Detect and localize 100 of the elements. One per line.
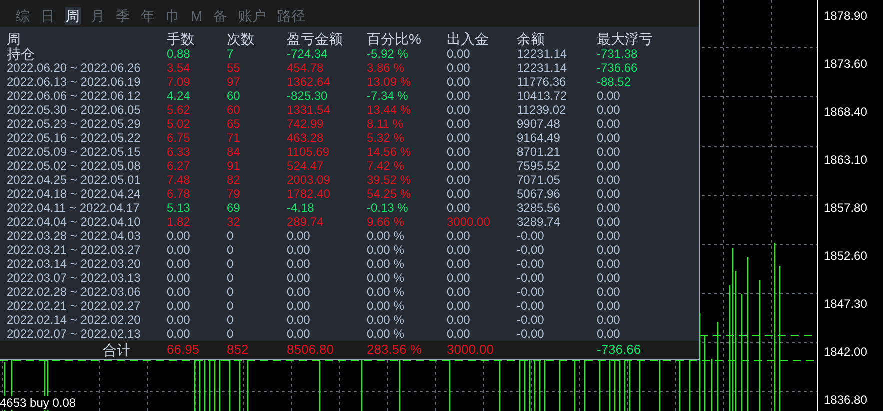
period-cell-text: 2022.04.18 ~ 2022.04.24: [7, 187, 142, 201]
table-cell-text: 91: [227, 159, 242, 173]
table-cell-text: -0.00: [517, 229, 546, 243]
table-cell-text: 0.00: [447, 103, 472, 117]
tab[interactable]: 巾: [165, 7, 181, 25]
table-cell-text: 0.00: [447, 327, 472, 341]
table-cell-text: 65: [227, 117, 242, 131]
table-cell-text: 5.13: [167, 201, 192, 215]
table-cell-text: -0.00: [517, 271, 546, 285]
table-cell-text: 742.99: [287, 117, 325, 131]
table-cell-text: 0.00: [447, 243, 472, 257]
column-header: 余额: [517, 31, 546, 47]
period-cell-text: 2022.03.28 ~ 2022.04.03: [7, 229, 142, 243]
table-cell-text: 0.00: [447, 47, 472, 61]
table-cell-text: 7: [227, 47, 235, 61]
tab[interactable]: 账户: [238, 7, 268, 25]
period-cell-text: 2022.04.25 ~ 2022.05.01: [7, 173, 142, 187]
table-cell-text: 66.95: [167, 343, 201, 357]
table-cell-text: 0.00: [597, 187, 622, 201]
table-cell-text: -0.00: [517, 327, 546, 341]
period-cell-text: 2022.03.07 ~ 2022.03.13: [7, 271, 142, 285]
tab[interactable]: 月: [90, 7, 106, 25]
table-cell-text: 0.00: [597, 173, 622, 187]
table-cell-text: 1362.64: [287, 75, 332, 89]
table-cell-text: 13.44 %: [367, 103, 412, 117]
period-cell-text: 2022.04.04 ~ 2022.04.10: [7, 215, 142, 229]
period-cell-text: 2022.02.14 ~ 2022.02.20: [7, 313, 142, 327]
column-header: 周: [7, 31, 22, 47]
column-header: 次数: [227, 31, 256, 47]
table-cell-text: 60: [227, 89, 242, 103]
column-header: 百分比%: [367, 31, 422, 47]
table-cell-text: -736.66: [597, 343, 642, 357]
table-cell-text: -88.52: [597, 75, 632, 89]
table-cell-text: 3.54: [167, 61, 192, 75]
table-cell-text: 5.02: [167, 117, 192, 131]
table-cell-text: 0.00 %: [367, 257, 406, 271]
table-cell-text: 0.00: [447, 117, 472, 131]
table-cell-text: -4.18: [287, 201, 316, 215]
table-cell-text: 8.11 %: [367, 117, 404, 131]
period-cell-text: 2022.04.11 ~ 2022.04.17: [7, 201, 141, 215]
table-cell-text: 0.00: [167, 299, 192, 313]
table-cell-text: 5.62: [167, 103, 192, 117]
table-cell-text: 32: [227, 215, 242, 229]
table-cell-text: 0.00: [447, 89, 472, 103]
table-cell-text: 0.00: [597, 215, 622, 229]
table-cell-text: 0.00: [597, 313, 622, 327]
total-label: 合计: [102, 343, 132, 357]
table-cell-text: -736.66: [597, 61, 639, 75]
tab[interactable]: M: [190, 7, 204, 25]
table-cell-text: 0.00: [287, 299, 312, 313]
tab[interactable]: 周: [65, 7, 81, 25]
tab[interactable]: 季: [115, 7, 131, 25]
table-cell-text: -731.38: [597, 47, 639, 61]
tab[interactable]: 备: [212, 7, 229, 25]
table-cell-text: 0.00: [597, 229, 622, 243]
table-cell-text: 5.32 %: [367, 131, 406, 145]
table-cell-text: 0.00: [167, 229, 192, 243]
table-cell-text: 283.56 %: [367, 343, 423, 357]
period-cell-text: 2022.02.07 ~ 2022.02.13: [7, 327, 142, 341]
price-label: 1857.80: [823, 201, 868, 215]
table-cell-text: 0.88: [167, 47, 192, 61]
table-cell-text: 3000.00: [447, 215, 492, 229]
table-cell-text: 0.00: [447, 131, 472, 145]
table-cell-text: 3285.56: [517, 201, 562, 215]
table-cell-text: 0.00 %: [367, 243, 406, 257]
period-cell-text: 2022.02.21 ~ 2022.02.27: [7, 299, 142, 313]
table-cell-text: -0.00: [517, 285, 546, 299]
table-cell-text: 0.00 %: [367, 285, 406, 299]
table-cell-text: 12231.14: [517, 47, 568, 61]
period-cell-text: 2022.05.09 ~ 2022.05.15: [7, 145, 142, 159]
table-cell-text: 463.28: [287, 131, 325, 145]
price-label: 1852.60: [823, 249, 868, 263]
table-cell-text: 0.00: [597, 131, 622, 145]
table-cell-text: 0.00: [447, 173, 472, 187]
table-cell-text: 0.00 %: [367, 271, 406, 285]
tab[interactable]: 日: [40, 7, 56, 25]
table-cell-text: 1782.40: [287, 187, 332, 201]
table-cell-text: 69: [227, 201, 242, 215]
tab[interactable]: 年: [140, 7, 156, 25]
table-cell-text: 71: [227, 131, 242, 145]
table-cell-text: 0.00: [597, 243, 622, 257]
table-cell-text: 0.00: [167, 313, 192, 327]
table-cell-text: 0: [227, 313, 235, 327]
table-cell-text: 11239.02: [517, 103, 568, 117]
table-cell-text: 0.00: [447, 285, 472, 299]
table-cell-text: 4.24: [167, 89, 192, 103]
table-cell-text: 0.00: [447, 229, 472, 243]
table-cell-text: 0.00: [447, 257, 472, 271]
table-cell-text: 8701.21: [517, 145, 562, 159]
table-cell-text: -5.92 %: [367, 47, 410, 61]
table-cell-text: 84: [227, 145, 242, 159]
price-label: 1873.60: [823, 57, 868, 71]
tab[interactable]: 综: [15, 7, 31, 25]
column-header: 最大浮亏: [597, 31, 654, 47]
column-header: 出入金: [447, 31, 490, 47]
table-cell-text: 7071.05: [517, 173, 562, 187]
table-cell-text: 1105.69: [287, 145, 330, 159]
table-cell-text: 0.00: [597, 257, 622, 271]
table-cell-text: 9.66 %: [367, 215, 406, 229]
tab[interactable]: 路径: [276, 7, 307, 25]
